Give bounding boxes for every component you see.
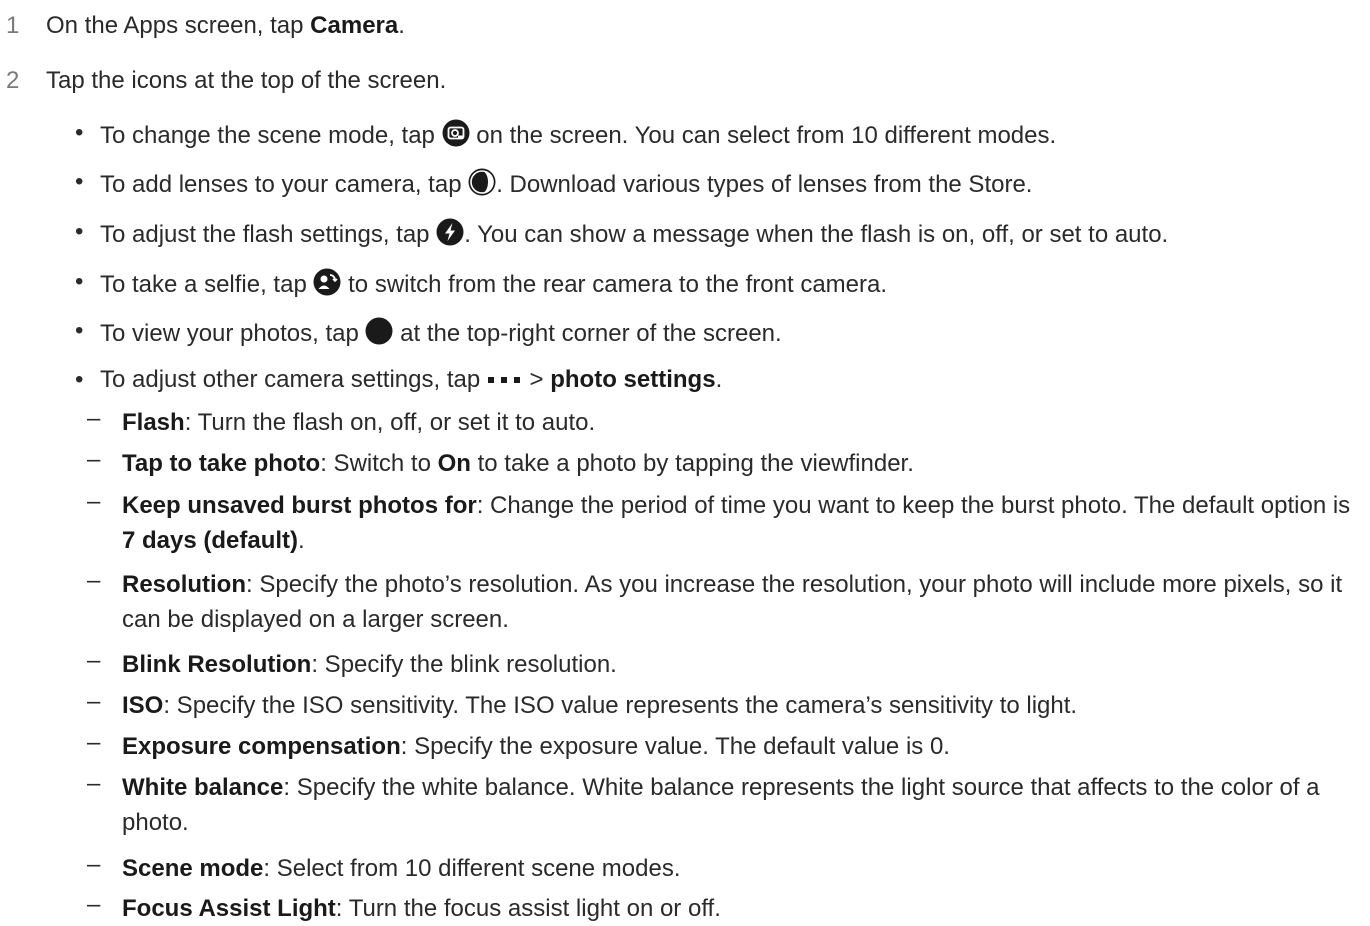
switch-camera-icon <box>313 268 341 296</box>
photo-thumbnail-icon <box>365 317 393 345</box>
photo-settings-label: photo settings <box>550 366 716 393</box>
camera-app-name: Camera <box>310 12 399 39</box>
step-number: 2 <box>6 67 20 94</box>
step-number: 1 <box>6 12 20 39</box>
more-icon <box>487 377 520 383</box>
step-text: On the Apps screen, tap Camera. <box>46 12 405 39</box>
flash-icon <box>436 218 464 246</box>
step-text: Tap the icons at the top of the screen. <box>46 67 447 94</box>
lens-icon <box>468 168 496 196</box>
scene-mode-icon <box>442 119 470 147</box>
